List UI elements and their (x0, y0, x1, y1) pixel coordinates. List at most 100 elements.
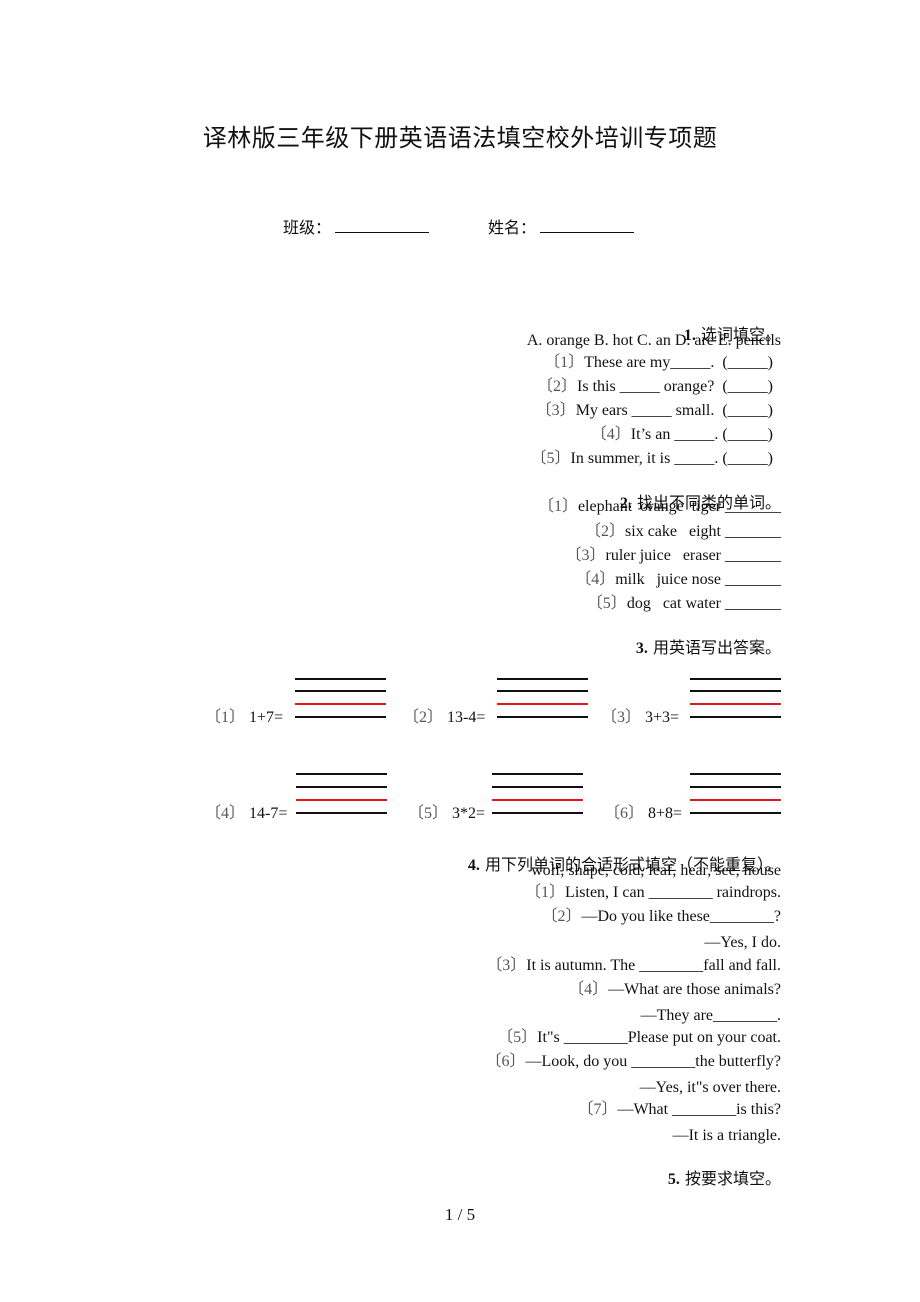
section2-item: 〔2〕six cake eight _______ (585, 522, 781, 542)
section4-line: 〔1〕Listen, I can ________ raindrops. (525, 883, 781, 903)
section2-item: 〔4〕milk juice nose _______ (575, 570, 781, 590)
math-expression: 3*2= (452, 805, 486, 822)
item-number: 〔4〕 (575, 571, 616, 588)
item-text: It’s an _____. (_____) (630, 426, 773, 443)
item-number: 〔4〕 (568, 981, 609, 998)
item-text: —Yes, I do. (704, 934, 781, 951)
item-number: 〔6〕 (604, 805, 645, 822)
item-number: 〔3〕 (535, 402, 576, 419)
section3-title: 用英语写出答案。 (652, 638, 781, 657)
item-text: It is autumn. The ________fall and fall. (526, 957, 781, 974)
section4-line: 〔4〕—What are those animals? (568, 980, 781, 1000)
section4-line: —Yes, it"s over there. (640, 1078, 781, 1098)
section4-line: 〔3〕It is autumn. The ________fall and fa… (486, 956, 781, 976)
section5-title: 按要求填空。 (684, 1169, 781, 1188)
item-text: Is this _____ orange? (_____) (577, 378, 773, 395)
section4-word-bank: wolf, shape, cold, leaf, hear, see, hous… (531, 862, 781, 879)
item-text: —What are those animals? (608, 981, 781, 998)
item-text: —What ________is this? (617, 1101, 781, 1118)
section1-item: 〔3〕My ears _____ small. (_____) (536, 401, 773, 421)
writing-grid[interactable] (492, 773, 583, 814)
item-number: 〔2〕 (403, 709, 444, 726)
item-text: ruler juice eraser _______ (605, 547, 781, 564)
math-problem: 〔2〕 13-4= (403, 703, 485, 727)
item-number: 〔3〕 (486, 957, 527, 974)
item-text: —They are________. (640, 1007, 781, 1024)
item-text: In summer, it is _____. (_____) (570, 450, 773, 467)
item-number: 〔4〕 (205, 805, 246, 822)
item-number: 〔2〕 (585, 523, 626, 540)
class-field[interactable]: 班级： (283, 214, 430, 238)
section1-item: 〔2〕Is this _____ orange? (_____) (537, 377, 773, 397)
section4-line: 〔2〕—Do you like these________? (541, 907, 781, 927)
section2-item: 〔3〕ruler juice eraser _______ (566, 546, 782, 566)
item-number: 〔1〕 (544, 354, 585, 371)
item-number: 〔4〕 (590, 426, 631, 443)
item-text: These are my_____. (_____) (584, 354, 773, 371)
math-problem: 〔4〕 14-7= (205, 799, 287, 823)
item-text: —Look, do you ________the butterfly? (525, 1053, 781, 1070)
section1-item: 〔1〕These are my_____. (_____) (544, 353, 773, 373)
section5-number: 5. (667, 1171, 680, 1188)
writing-grid[interactable] (295, 678, 386, 718)
item-text: six cake eight _______ (625, 523, 781, 540)
math-problem: 〔5〕 3*2= (408, 799, 485, 823)
section1-item: 〔4〕It’s an _____. (_____) (591, 425, 773, 445)
item-number: 〔6〕 (485, 1053, 526, 1070)
item-number: 〔2〕 (537, 378, 578, 395)
section3-heading: 3. 用英语写出答案。 (626, 618, 781, 659)
writing-grid[interactable] (296, 773, 387, 814)
section4-line: —They are________. (641, 1006, 781, 1026)
class-label: 班级： (283, 218, 332, 237)
item-text: —It is a triangle. (672, 1127, 781, 1144)
section4-number: 4. (467, 857, 480, 874)
item-text: —Yes, it"s over there. (639, 1079, 781, 1096)
writing-grid[interactable] (690, 678, 781, 718)
item-number: 〔5〕 (408, 805, 449, 822)
item-number: 〔1〕 (525, 884, 566, 901)
item-number: 〔7〕 (577, 1101, 618, 1118)
item-text: —Do you like these________? (581, 908, 781, 925)
item-number: 〔3〕 (601, 709, 642, 726)
math-problem: 〔1〕 1+7= (205, 703, 283, 727)
section2-item: 〔1〕elephant orange tiger _______ (538, 497, 781, 517)
section4-line: 〔7〕—What ________is this? (577, 1100, 781, 1120)
section4-line: —It is a triangle. (673, 1126, 781, 1146)
item-number: 〔5〕 (586, 595, 627, 612)
section2-item: 〔5〕dog cat water _______ (587, 594, 781, 614)
item-text: It"s ________Please put on your coat. (537, 1029, 781, 1046)
name-label: 姓名： (488, 218, 537, 237)
math-expression: 13-4= (447, 709, 486, 726)
math-problem: 〔3〕 3+3= (601, 703, 679, 727)
document-title: 译林版三年级下册英语语法填空校外培训专项题 (202, 124, 718, 152)
math-problem: 〔6〕 8+8= (604, 799, 682, 823)
item-text: Listen, I can ________ raindrops. (565, 884, 781, 901)
item-number: 〔5〕 (497, 1029, 538, 1046)
item-text: milk juice nose _______ (615, 571, 781, 588)
name-blank[interactable] (540, 218, 635, 233)
section1-item: 〔5〕In summer, it is _____. (_____) (531, 449, 773, 469)
name-field[interactable]: 姓名： (488, 214, 635, 238)
section1-options: A. orange B. hot C. an D. are E. pencils (526, 332, 781, 349)
class-blank[interactable] (335, 218, 430, 233)
item-number: 〔3〕 (565, 547, 606, 564)
item-number: 〔1〕 (205, 709, 246, 726)
item-text: dog cat water _______ (626, 595, 781, 612)
item-number: 〔1〕 (537, 498, 578, 515)
page-number: 1 / 5 (444, 1205, 476, 1224)
section3-number: 3. (635, 640, 648, 657)
section4-line: —Yes, I do. (704, 933, 781, 953)
math-expression: 8+8= (648, 805, 683, 822)
item-number: 〔5〕 (530, 450, 571, 467)
item-text: elephant orange tiger _______ (577, 498, 781, 515)
section4-line: 〔6〕—Look, do you ________the butterfly? (485, 1052, 781, 1072)
writing-grid[interactable] (690, 773, 781, 814)
math-expression: 14-7= (249, 805, 288, 822)
item-text: My ears _____ small. (_____) (575, 402, 773, 419)
math-expression: 1+7= (249, 709, 284, 726)
section4-line: 〔5〕It"s ________Please put on your coat. (497, 1028, 781, 1048)
section5-heading: 5. 按要求填空。 (658, 1149, 781, 1190)
item-number: 〔2〕 (541, 908, 582, 925)
math-expression: 3+3= (645, 709, 680, 726)
writing-grid[interactable] (497, 678, 588, 718)
